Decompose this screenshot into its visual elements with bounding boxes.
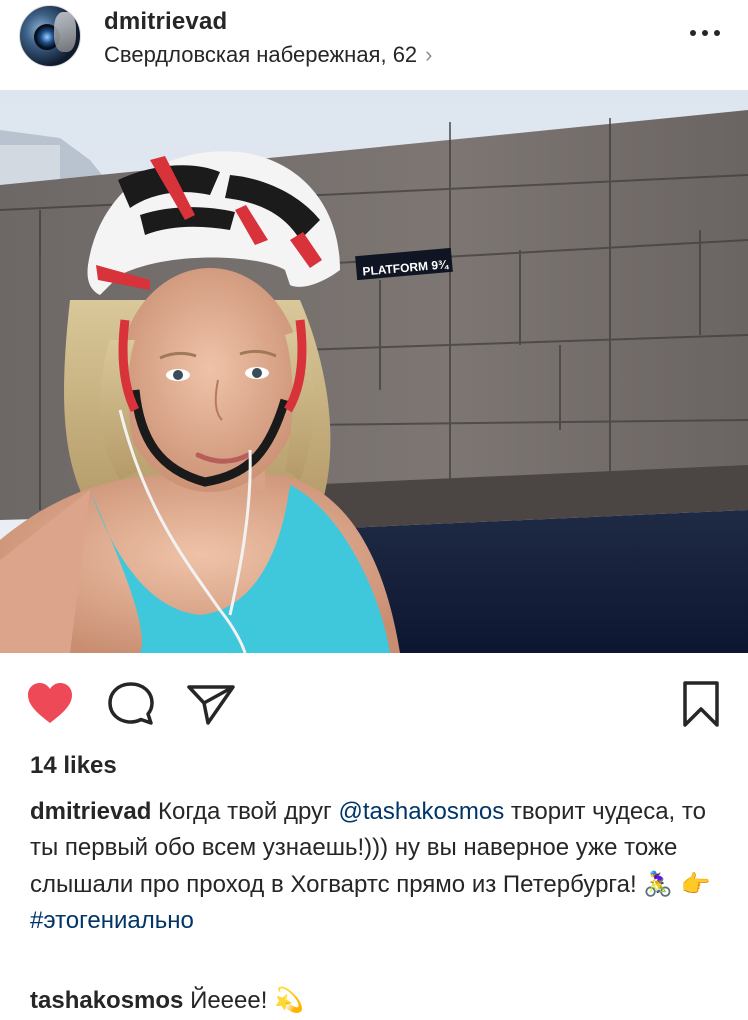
post-header: dmitrievad Свердловская набережная, 62 ›	[0, 0, 748, 90]
action-bar	[0, 663, 748, 743]
avatar[interactable]	[19, 5, 81, 67]
post-username[interactable]: dmitrievad	[104, 8, 227, 36]
comment-bubble-icon[interactable]	[106, 679, 156, 729]
caption-username[interactable]: dmitrievad	[30, 798, 151, 825]
paper-plane-icon[interactable]	[186, 679, 236, 729]
dizzy-star-icon: 💫	[274, 986, 304, 1014]
bookmark-icon[interactable]	[676, 679, 726, 729]
comment-text: Йееее!	[183, 987, 275, 1014]
more-dots-icon[interactable]	[690, 28, 720, 38]
location-label: Свердловская набережная, 62	[104, 42, 418, 67]
avatar-portrait	[54, 12, 76, 52]
post-location[interactable]: Свердловская набережная, 62 ›	[104, 42, 433, 68]
post-caption: dmitrievad Когда твой друг @tashakosmos …	[30, 794, 720, 939]
caption-emojis: 🚴‍♀️ 👉	[643, 870, 711, 898]
caption-mention[interactable]: @tashakosmos	[338, 798, 504, 825]
chevron-right-icon: ›	[425, 42, 433, 67]
caption-text-before: Когда твой друг	[158, 798, 339, 825]
comment-username[interactable]: tashakosmos	[30, 987, 183, 1014]
likes-count[interactable]: 14 likes	[30, 752, 117, 780]
heart-filled-icon[interactable]	[25, 679, 75, 729]
comment-row: tashakosmos Йееее! 💫	[30, 982, 304, 1019]
post-photo[interactable]: PLATFORM 9¾	[0, 90, 748, 653]
caption-hashtag[interactable]: #этогениально	[30, 903, 720, 939]
